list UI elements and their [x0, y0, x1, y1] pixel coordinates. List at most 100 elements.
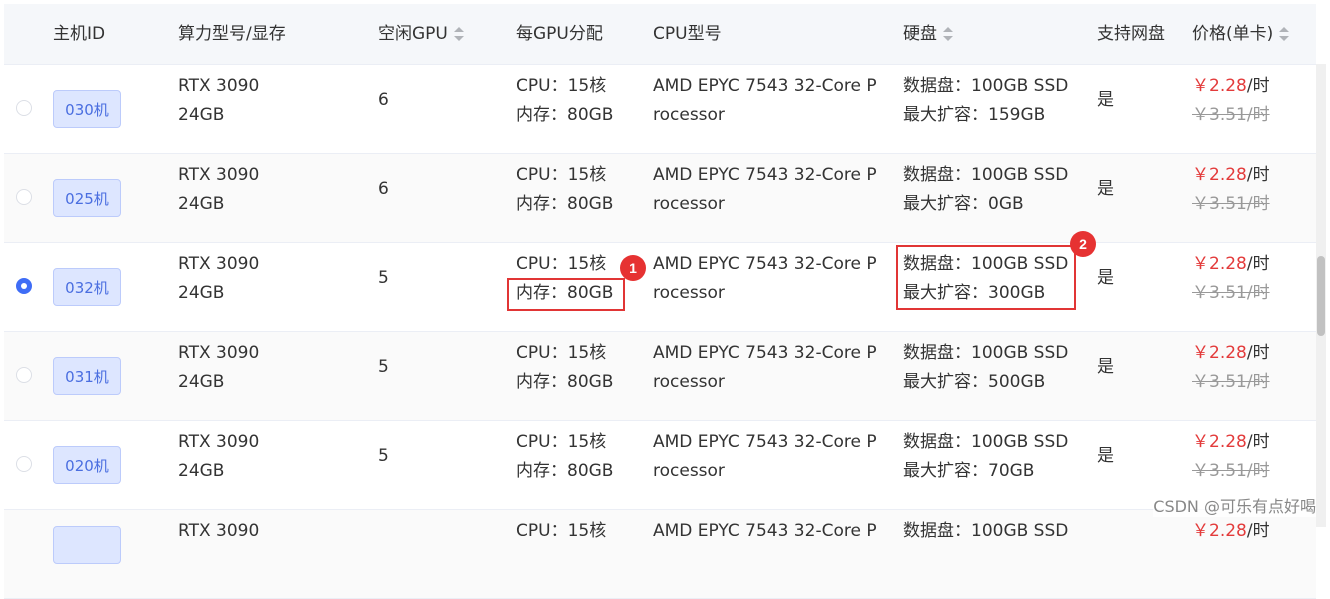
cpu-model-line2: rocessor — [653, 194, 725, 214]
price-now: ￥2.28 — [1192, 76, 1247, 96]
table-row[interactable]: 031机 RTX 3090 24GB 5 CPU：15核 内存：80GB AMD E… — [4, 332, 1316, 421]
row-select-radio[interactable] — [16, 189, 32, 205]
net-disk-cell: 是 — [1097, 268, 1114, 288]
free-gpu-cell: 5 — [378, 357, 389, 377]
cpu-model-line1: AMD EPYC 7543 32-Core P — [653, 521, 877, 541]
row-select-radio[interactable] — [16, 367, 32, 383]
price-old: ￥3.51/时 — [1192, 461, 1270, 481]
row-select-radio[interactable] — [16, 278, 32, 294]
price-unit: /时 — [1246, 521, 1270, 541]
annotation-badge-2: 2 — [1070, 231, 1096, 257]
sort-icon[interactable] — [1279, 27, 1290, 41]
disk-data: 数据盘：100GB SSD — [903, 343, 1069, 363]
cpu-model-line1: AMD EPYC 7543 32-Core P — [653, 343, 877, 363]
cpu-model-line2: rocessor — [653, 105, 725, 125]
model-cell: RTX 3090 24GB — [178, 428, 259, 486]
header-net-disk: 支持网盘 — [1097, 24, 1165, 44]
table-row[interactable]: 020机 RTX 3090 24GB 5 CPU：15核 内存：80GB AMD E… — [4, 421, 1316, 510]
header-model: 算力型号/显存 — [178, 24, 286, 44]
table-header: 主机ID 算力型号/显存 空闲GPU 每GPU分配 CPU型号 硬盘 支持网盘 … — [4, 4, 1316, 65]
cpu-alloc: CPU：15核 — [516, 254, 607, 274]
table-row[interactable]: RTX 3090 CPU：15核 AMD EPYC 7543 32-Core P… — [4, 510, 1316, 599]
cpu-model-line1: AMD EPYC 7543 32-Core P — [653, 76, 877, 96]
host-id-tag: 032机 — [53, 268, 121, 306]
alloc-cell: CPU：15核 内存：80GB — [516, 339, 613, 397]
alloc-cell: CPU：15核 内存：80GB — [516, 161, 613, 219]
model-cell: RTX 3090 24GB — [178, 339, 259, 397]
sort-icon[interactable] — [453, 27, 464, 41]
price-old: ￥3.51/时 — [1192, 194, 1270, 214]
price-now: ￥2.28 — [1192, 165, 1247, 185]
row-select-radio[interactable] — [16, 100, 32, 116]
host-id-tag: 025机 — [53, 179, 121, 217]
price-unit: /时 — [1246, 165, 1270, 185]
cpu-model-cell: AMD EPYC 7543 32-Core P rocessor — [653, 250, 877, 308]
model-name: RTX 3090 — [178, 432, 260, 452]
price-cell: ￥2.28/时 ￥3.51/时 — [1192, 72, 1270, 130]
disk-data: 数据盘：100GB SSD — [903, 76, 1069, 96]
vram: 24GB — [178, 283, 225, 303]
vram: 24GB — [178, 105, 225, 125]
model-cell: RTX 3090 24GB — [178, 250, 259, 308]
host-id-tag — [53, 526, 121, 564]
cpu-alloc: CPU：15核 — [516, 76, 607, 96]
mem-alloc: 内存：80GB — [516, 105, 614, 125]
disk-data: 数据盘：100GB SSD — [903, 521, 1069, 541]
model-name: RTX 3090 — [178, 165, 260, 185]
price-unit: /时 — [1246, 343, 1270, 363]
free-gpu-cell: 5 — [378, 446, 389, 466]
alloc-cell: CPU：15核 内存：80GB — [516, 428, 613, 486]
vram: 24GB — [178, 194, 225, 214]
mem-alloc: 内存：80GB — [516, 372, 614, 392]
table-row[interactable]: 025机 RTX 3090 24GB 6 CPU：15核 内存：80GB AMD E… — [4, 154, 1316, 243]
price-now: ￥2.28 — [1192, 432, 1247, 452]
header-per-gpu: 每GPU分配 — [516, 24, 603, 44]
net-disk-cell: 是 — [1097, 179, 1114, 199]
cpu-model-cell: AMD EPYC 7543 32-Core P rocessor — [653, 339, 877, 397]
price-old: ￥3.51/时 — [1192, 105, 1270, 125]
net-disk-cell: 是 — [1097, 446, 1114, 466]
host-id-tag: 031机 — [53, 357, 121, 395]
cpu-alloc: CPU：15核 — [516, 343, 607, 363]
cpu-model-line2: rocessor — [653, 283, 725, 303]
model-cell: RTX 3090 24GB — [178, 161, 259, 219]
cpu-alloc: CPU：15核 — [516, 432, 607, 452]
free-gpu-cell: 6 — [378, 179, 389, 199]
price-unit: /时 — [1246, 254, 1270, 274]
cpu-model-line1: AMD EPYC 7543 32-Core P — [653, 432, 877, 452]
model-cell: RTX 3090 24GB — [178, 72, 259, 130]
gpu-host-table: 主机ID 算力型号/显存 空闲GPU 每GPU分配 CPU型号 硬盘 支持网盘 … — [4, 4, 1316, 599]
cpu-model-line1: AMD EPYC 7543 32-Core P — [653, 254, 877, 274]
header-disk[interactable]: 硬盘 — [903, 4, 953, 64]
vram: 24GB — [178, 461, 225, 481]
table-row[interactable]: 032机 RTX 3090 24GB 5 CPU：15核 内存：80GB AMD E… — [4, 243, 1316, 332]
cpu-alloc: CPU：15核 — [516, 165, 607, 185]
price-unit: /时 — [1246, 432, 1270, 452]
header-free-gpu-label: 空闲GPU — [378, 24, 448, 44]
price-cell: ￥2.28/时 ￥3.51/时 — [1192, 339, 1270, 397]
header-host-id: 主机ID — [53, 24, 106, 44]
price-now: ￥2.28 — [1192, 343, 1247, 363]
price-cell: ￥2.28/时 ￥3.51/时 — [1192, 161, 1270, 219]
scrollbar-thumb[interactable] — [1317, 256, 1325, 336]
mem-alloc: 内存：80GB — [516, 461, 614, 481]
highlight-box-disk — [896, 245, 1076, 310]
table-row[interactable]: 030机 RTX 3090 24GB 6 CPU：15核 内存：80GB AMD E… — [4, 65, 1316, 154]
cpu-model-line2: rocessor — [653, 461, 725, 481]
cpu-alloc: CPU：15核 — [516, 521, 607, 541]
cpu-model-cell: AMD EPYC 7543 32-Core P rocessor — [653, 161, 877, 219]
disk-cell: 数据盘：100GB SSD 最大扩容：159GB — [903, 72, 1068, 130]
net-disk-cell: 是 — [1097, 90, 1114, 110]
header-free-gpu[interactable]: 空闲GPU — [378, 4, 464, 64]
disk-cell: 数据盘：100GB SSD 最大扩容：70GB — [903, 428, 1068, 486]
vram: 24GB — [178, 372, 225, 392]
price-cell: ￥2.28/时 ￥3.51/时 — [1192, 428, 1270, 486]
free-gpu-cell: 5 — [378, 268, 389, 288]
header-price[interactable]: 价格(单卡) — [1192, 4, 1290, 64]
net-disk-cell: 是 — [1097, 357, 1114, 377]
disk-max: 最大扩容：159GB — [903, 105, 1046, 125]
sort-icon[interactable] — [943, 27, 953, 41]
row-select-radio[interactable] — [16, 456, 32, 472]
disk-cell: 数据盘：100GB SSD 最大扩容：500GB — [903, 339, 1068, 397]
header-disk-label: 硬盘 — [903, 24, 937, 44]
